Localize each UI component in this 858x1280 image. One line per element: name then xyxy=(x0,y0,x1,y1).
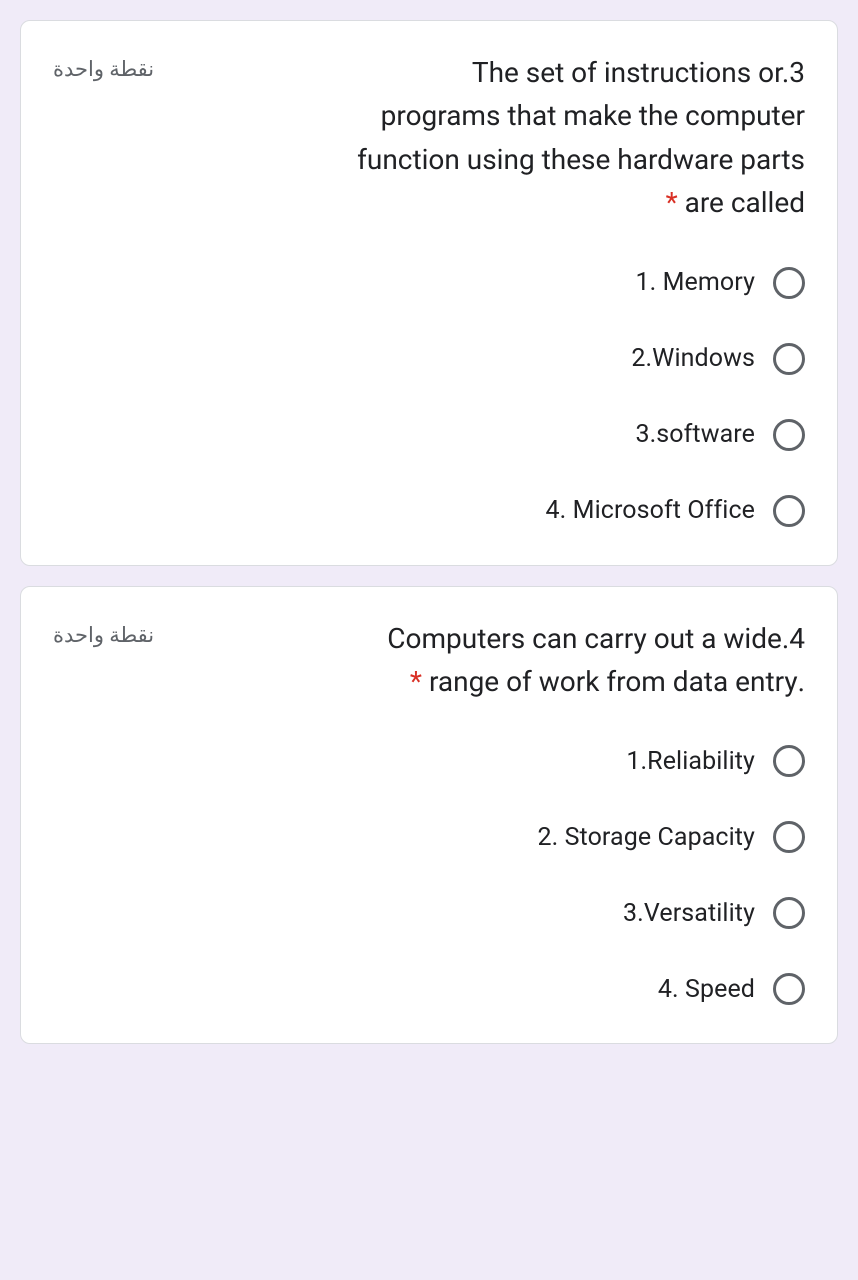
option-row[interactable]: 3.Versatility xyxy=(53,897,805,929)
question-line: .range of work from data entry xyxy=(429,665,805,698)
question-line: are called xyxy=(685,186,805,219)
question-header: نقطة واحدة Computers can carry out a wid… xyxy=(53,617,805,704)
option-row[interactable]: 3.software xyxy=(53,419,805,451)
option-label: 4. Microsoft Office xyxy=(546,496,755,525)
option-label: 1.Reliability xyxy=(626,747,755,776)
option-row[interactable]: 4. Microsoft Office xyxy=(53,495,805,527)
points-label: نقطة واحدة xyxy=(53,51,173,82)
option-label: 3.software xyxy=(635,420,755,449)
question-card-4: نقطة واحدة Computers can carry out a wid… xyxy=(20,586,838,1045)
question-header: نقطة واحدة The set of instructions or.3 … xyxy=(53,51,805,225)
radio-icon[interactable] xyxy=(773,343,805,375)
points-label: نقطة واحدة xyxy=(53,617,173,648)
option-row[interactable]: 4. Speed xyxy=(53,973,805,1005)
option-row[interactable]: 2. Storage Capacity xyxy=(53,821,805,853)
radio-icon[interactable] xyxy=(773,419,805,451)
option-label: 1. Memory xyxy=(635,268,755,297)
option-label: 2. Storage Capacity xyxy=(537,823,755,852)
radio-icon[interactable] xyxy=(773,973,805,1005)
question-line: function using these hardware parts xyxy=(357,143,805,176)
question-line: Computers can carry out a wide.4 xyxy=(387,622,805,655)
question-line: The set of instructions or.3 xyxy=(472,56,805,89)
radio-icon[interactable] xyxy=(773,897,805,929)
option-label: 2.Windows xyxy=(631,344,755,373)
option-row[interactable]: 1.Reliability xyxy=(53,745,805,777)
option-label: 4. Speed xyxy=(658,975,755,1004)
options-list: 1. Memory 2.Windows 3.software 4. Micros… xyxy=(53,267,805,527)
required-star: * xyxy=(410,665,422,698)
option-label: 3.Versatility xyxy=(623,899,755,928)
question-line: programs that make the computer xyxy=(381,99,805,132)
question-text: The set of instructions or.3 programs th… xyxy=(173,51,805,225)
radio-icon[interactable] xyxy=(773,821,805,853)
question-text: Computers can carry out a wide.4 .range … xyxy=(173,617,805,704)
option-row[interactable]: 1. Memory xyxy=(53,267,805,299)
radio-icon[interactable] xyxy=(773,495,805,527)
radio-icon[interactable] xyxy=(773,267,805,299)
options-list: 1.Reliability 2. Storage Capacity 3.Vers… xyxy=(53,745,805,1005)
radio-icon[interactable] xyxy=(773,745,805,777)
required-star: * xyxy=(666,186,678,219)
question-card-3: نقطة واحدة The set of instructions or.3 … xyxy=(20,20,838,566)
option-row[interactable]: 2.Windows xyxy=(53,343,805,375)
